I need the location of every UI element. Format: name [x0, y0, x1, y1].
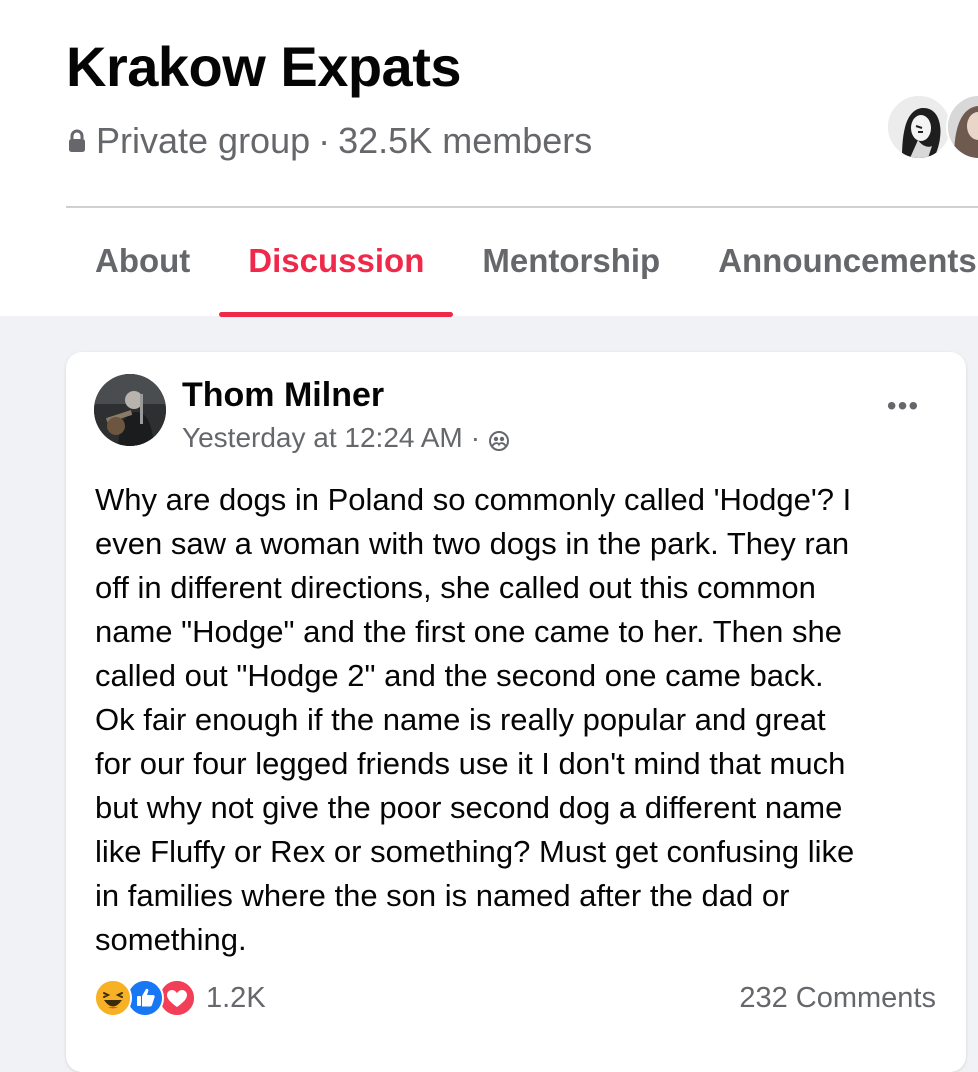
member-avatar[interactable]	[886, 94, 952, 160]
group-tabs: About Discussion Mentorship Announcement…	[66, 226, 978, 317]
post-text: Why are dogs in Poland so commonly calle…	[95, 482, 855, 957]
tab-discussion[interactable]: Discussion	[219, 226, 454, 317]
tab-mentorship[interactable]: Mentorship	[453, 226, 689, 316]
time-separator: ·	[470, 422, 481, 453]
members-icon	[488, 427, 510, 451]
group-header: Krakow Expats Private group · 32.5K memb…	[0, 0, 978, 317]
group-privacy: Private group	[96, 120, 311, 161]
more-options-icon[interactable]: •••	[878, 388, 928, 424]
reaction-count: 1.2K	[206, 981, 266, 1014]
lock-icon	[66, 128, 88, 154]
post-card: Thom Milner Yesterday at 12:24 AM · ••• …	[66, 352, 966, 1072]
author-name[interactable]: Thom Milner	[182, 376, 384, 415]
meta-separator: ·	[318, 120, 331, 161]
member-avatars[interactable]	[886, 94, 978, 160]
author-avatar[interactable]	[94, 374, 166, 446]
post-timestamp-row: Yesterday at 12:24 AM ·	[182, 422, 510, 454]
group-meta: Private group · 32.5K members	[66, 120, 592, 162]
comments-count[interactable]: 232 Comments	[739, 982, 936, 1015]
tab-about[interactable]: About	[66, 226, 219, 316]
reaction-icons	[94, 978, 198, 1018]
member-avatar[interactable]	[946, 94, 978, 160]
reactions-summary[interactable]: 1.2K	[94, 978, 266, 1018]
header-divider	[66, 206, 978, 208]
haha-reaction-icon	[94, 979, 132, 1017]
post-timestamp[interactable]: Yesterday at 12:24 AM	[182, 422, 463, 454]
member-count[interactable]: 32.5K members	[338, 120, 592, 162]
group-title[interactable]: Krakow Expats	[66, 34, 462, 99]
tab-announcements[interactable]: Announcements	[689, 226, 978, 316]
